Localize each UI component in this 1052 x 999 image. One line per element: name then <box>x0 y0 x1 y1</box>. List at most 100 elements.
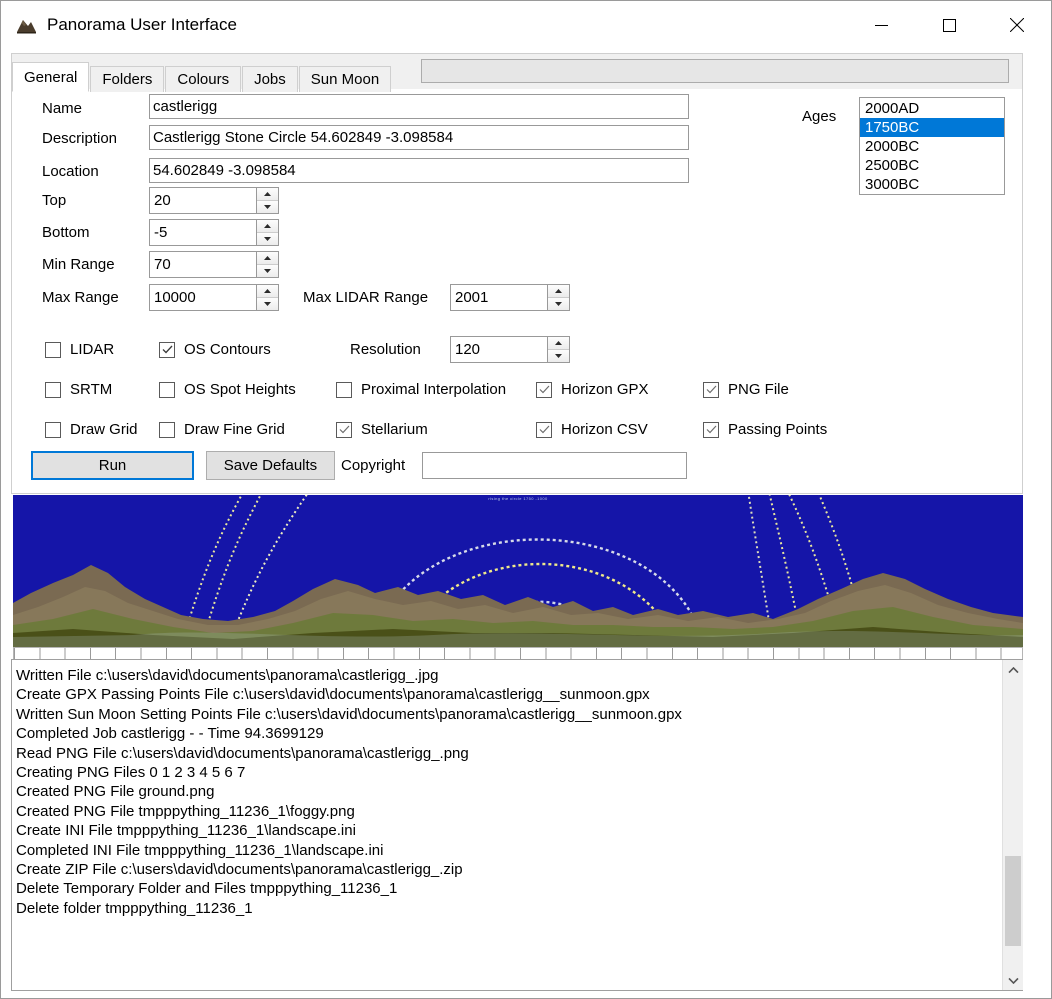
top-stepper[interactable]: 20 <box>149 187 279 214</box>
checkbox-draw-fine-grid-label: Draw Fine Grid <box>184 421 285 438</box>
title-bar: Panorama User Interface <box>1 1 1051 49</box>
log-line: Delete folder tmpppything_11236_1 <box>16 899 253 917</box>
chevron-down-icon[interactable] <box>548 298 569 310</box>
tab-general[interactable]: General <box>12 62 90 92</box>
checkbox-proximal-interpolation-label: Proximal Interpolation <box>361 381 507 398</box>
checkbox-box <box>45 421 61 438</box>
log-line: Created PNG File ground.png <box>16 783 215 801</box>
tab-folders[interactable]: Folders <box>90 66 165 92</box>
min-range-value: 70 <box>154 256 171 273</box>
chevron-down-icon[interactable] <box>257 201 278 213</box>
checkbox-box <box>159 341 175 358</box>
min-range-stepper[interactable]: 70 <box>149 251 279 278</box>
checkbox-proximal-interpolation[interactable]: Proximal Interpolation <box>336 381 506 398</box>
log-line: Read PNG File c:\users\david\documents\p… <box>16 744 469 762</box>
log-line: Delete Temporary Folder and Files tmpppy… <box>16 880 398 898</box>
close-icon[interactable] <box>983 1 1051 49</box>
tab-sun-moon-label: Sun Moon <box>310 71 380 88</box>
run-button[interactable]: Run <box>31 451 194 480</box>
name-label: Name <box>42 100 83 117</box>
chevron-down-icon[interactable] <box>1003 970 1023 990</box>
log-line: Completed INI File tmpppything_11236_1\l… <box>16 841 384 859</box>
copyright-input[interactable] <box>422 452 687 479</box>
ruler-ticks <box>14 648 1022 659</box>
max-range-stepper-arrows[interactable] <box>256 285 278 310</box>
checkbox-os-contours[interactable]: OS Contours <box>159 341 271 358</box>
chevron-up-icon[interactable] <box>257 285 278 298</box>
name-input[interactable]: castlerigg <box>149 94 689 119</box>
description-input[interactable]: Castlerigg Stone Circle 54.602849 -3.098… <box>149 125 689 150</box>
checkbox-png-file[interactable]: PNG File <box>703 381 789 398</box>
location-label: Location <box>42 163 99 180</box>
chevron-up-icon[interactable] <box>1003 660 1023 680</box>
max-lidar-stepper-arrows[interactable] <box>547 285 569 310</box>
panorama-preview: rising the circle 1750 -1000 <box>13 495 1023 647</box>
location-input[interactable]: 54.602849 -3.098584 <box>149 158 689 183</box>
tab-general-label: General <box>24 68 78 86</box>
checkbox-box <box>703 381 719 398</box>
scrollbar-thumb[interactable] <box>1005 856 1021 946</box>
checkbox-horizon-csv[interactable]: Horizon CSV <box>536 421 648 438</box>
bottom-stepper[interactable]: -5 <box>149 219 279 246</box>
chevron-down-icon[interactable] <box>548 350 569 362</box>
chevron-up-icon[interactable] <box>257 188 278 201</box>
chevron-up-icon[interactable] <box>548 337 569 350</box>
bottom-stepper-arrows[interactable] <box>256 220 278 245</box>
ages-label: Ages <box>802 108 837 125</box>
general-tab-page: Name castlerigg Description Castlerigg S… <box>11 89 1023 494</box>
checkbox-lidar[interactable]: LIDAR <box>45 341 114 358</box>
mountain-icon <box>15 16 37 34</box>
ages-item-2000bc[interactable]: 2000BC <box>860 137 1004 156</box>
log-scrollbar[interactable] <box>1002 660 1023 990</box>
ages-item-2500bc[interactable]: 2500BC <box>860 156 1004 175</box>
max-range-stepper[interactable]: 10000 <box>149 284 279 311</box>
tab-colours-label: Colours <box>177 71 230 88</box>
ages-item-1750bc[interactable]: 1750BC <box>860 118 1004 137</box>
max-range-value: 10000 <box>154 289 196 306</box>
checkbox-box <box>159 421 175 438</box>
checkbox-os-spot-heights[interactable]: OS Spot Heights <box>159 381 296 398</box>
checkbox-passing-points-label: Passing Points <box>728 421 828 438</box>
log-line: Written Sun Moon Setting Points File c:\… <box>16 705 682 723</box>
copyright-label: Copyright <box>341 457 406 474</box>
ages-listbox[interactable]: 2000AD 1750BC 2000BC 2500BC 3000BC <box>859 97 1005 195</box>
checkbox-lidar-label: LIDAR <box>70 341 115 358</box>
chevron-up-icon[interactable] <box>548 285 569 298</box>
checkbox-srtm[interactable]: SRTM <box>45 381 112 398</box>
tab-colours[interactable]: Colours <box>165 66 242 92</box>
maximize-icon[interactable] <box>915 1 983 49</box>
max-range-label: Max Range <box>42 289 119 306</box>
resolution-stepper-arrows[interactable] <box>547 337 569 362</box>
progress-bar <box>421 59 1009 83</box>
minimize-icon[interactable] <box>847 1 915 49</box>
checkbox-draw-fine-grid[interactable]: Draw Fine Grid <box>159 421 285 438</box>
chevron-up-icon[interactable] <box>257 220 278 233</box>
checkbox-os-contours-label: OS Contours <box>184 341 271 358</box>
resolution-label: Resolution <box>350 341 421 358</box>
chevron-down-icon[interactable] <box>257 298 278 310</box>
tab-folders-label: Folders <box>102 71 153 88</box>
ages-item-3000bc[interactable]: 3000BC <box>860 175 1004 194</box>
tab-jobs-label: Jobs <box>254 71 286 88</box>
checkbox-passing-points[interactable]: Passing Points <box>703 421 827 438</box>
checkbox-horizon-gpx[interactable]: Horizon GPX <box>536 381 649 398</box>
log-line: Completed Job castlerigg - - Time 94.369… <box>16 725 324 743</box>
log-line: Create ZIP File c:\users\david\documents… <box>16 860 463 878</box>
tab-sun-moon[interactable]: Sun Moon <box>298 66 392 92</box>
checkbox-stellarium[interactable]: Stellarium <box>336 421 428 438</box>
save-defaults-button[interactable]: Save Defaults <box>206 451 335 480</box>
ages-item-2000ad[interactable]: 2000AD <box>860 99 1004 118</box>
checkbox-box <box>536 381 552 398</box>
chevron-down-icon[interactable] <box>257 265 278 277</box>
tab-jobs[interactable]: Jobs <box>242 66 298 92</box>
checkbox-box <box>336 421 352 438</box>
min-range-stepper-arrows[interactable] <box>256 252 278 277</box>
top-stepper-arrows[interactable] <box>256 188 278 213</box>
chevron-down-icon[interactable] <box>257 233 278 245</box>
chevron-up-icon[interactable] <box>257 252 278 265</box>
save-defaults-button-label: Save Defaults <box>223 457 318 474</box>
checkbox-png-file-label: PNG File <box>728 381 789 398</box>
checkbox-draw-grid[interactable]: Draw Grid <box>45 421 138 438</box>
resolution-stepper[interactable]: 120 <box>450 336 570 363</box>
max-lidar-range-stepper[interactable]: 2001 <box>450 284 570 311</box>
